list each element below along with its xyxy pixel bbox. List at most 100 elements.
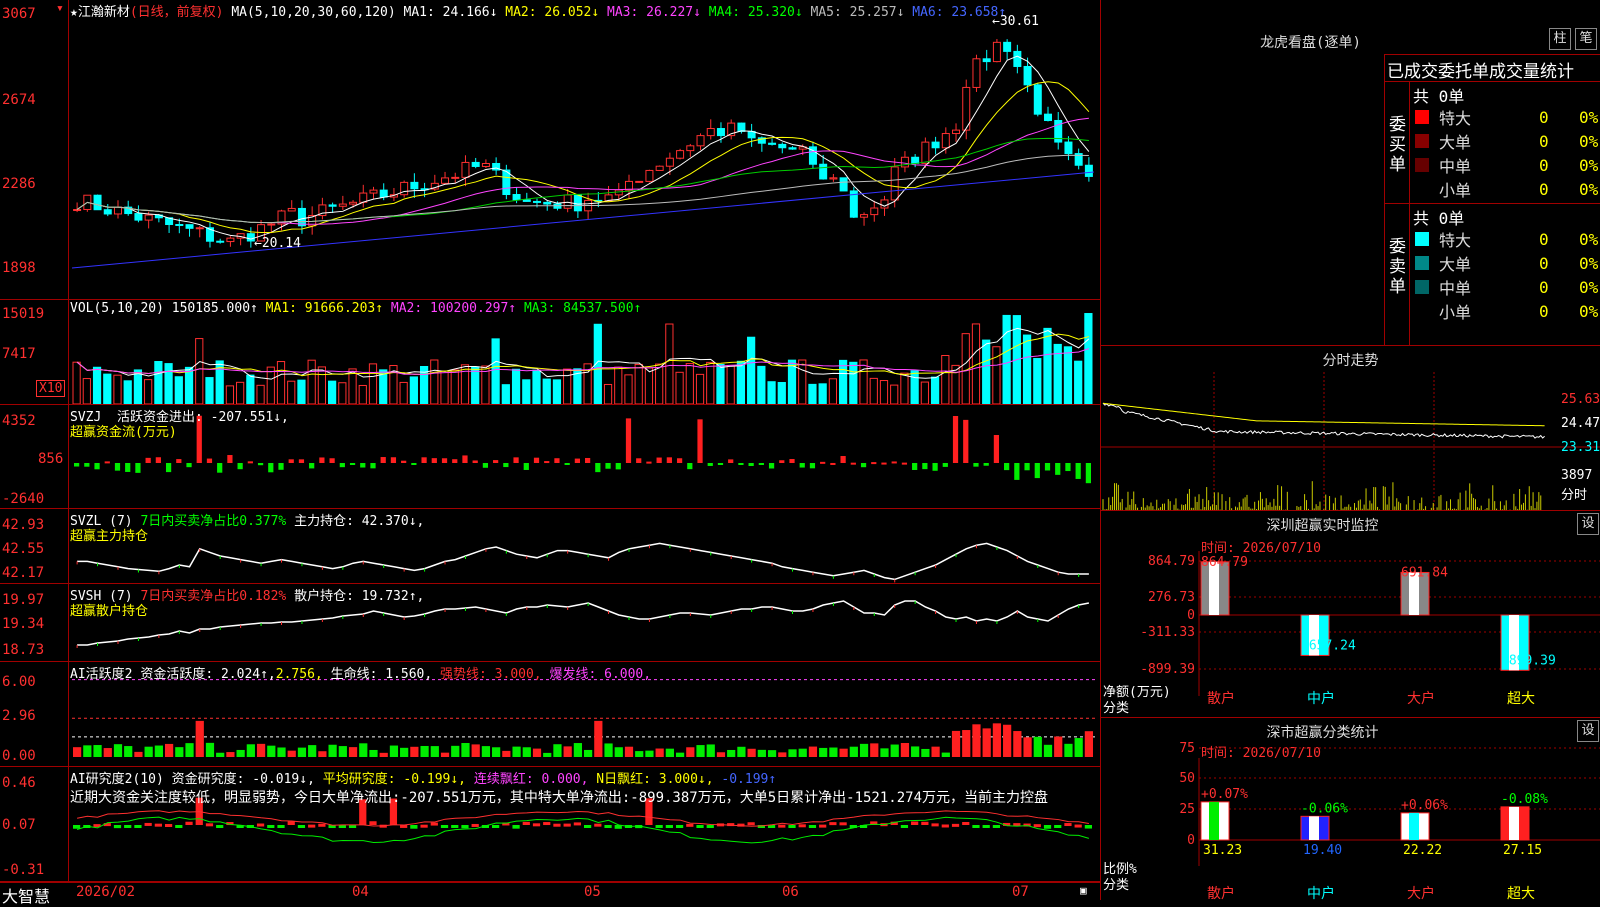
- candle: [533, 200, 542, 203]
- volume-bar: [72, 361, 81, 404]
- volume-bar: [910, 370, 919, 404]
- research-bar: [798, 824, 806, 828]
- activity-bar: [400, 747, 409, 757]
- volume-bar: [522, 379, 531, 404]
- research-bar: [706, 825, 714, 828]
- flow-bar: [360, 463, 366, 468]
- flow-bar: [1085, 463, 1091, 484]
- sz-monitor-panel[interactable]: 深圳超赢实时监控 设 时间: 2026/07/10 864.79 276.73 0-…: [1100, 510, 1600, 717]
- lhb-row-count: 0: [1539, 277, 1549, 297]
- volume-bar: [511, 368, 521, 404]
- candle: [216, 240, 225, 243]
- flow-bar: [574, 458, 580, 463]
- flow-bar: [1075, 463, 1081, 479]
- candle: [1033, 84, 1042, 115]
- sz-class-panel[interactable]: 深市超赢分类统计 设 时间: 2026/07/10 75 50 25 0 +0.07% 3…: [1100, 717, 1600, 901]
- research-bar: [144, 822, 152, 826]
- candle: [134, 213, 143, 221]
- svsh-pane[interactable]: SVSH (7) 7日内买卖净占比0.182% 散户持仓: 19.732↑, 超…: [0, 584, 1100, 662]
- activity-bar: [635, 751, 644, 757]
- svzj-axis-tick: 4352: [2, 413, 36, 429]
- bar-label: -899.39: [1501, 653, 1556, 668]
- date-axis[interactable]: 大智慧 2026/02 04 05 06 07 ▣: [0, 882, 1100, 906]
- research-bar: [185, 821, 193, 825]
- bar-value: 22.22: [1403, 843, 1442, 858]
- vol-unit-badge[interactable]: X10: [36, 380, 66, 397]
- flow-bar: [738, 463, 744, 465]
- volume-bar: [1022, 334, 1032, 404]
- activity-bar: [543, 752, 552, 757]
- volume-bar: [246, 374, 255, 404]
- chart-mode[interactable]: (日线，前复权): [130, 5, 224, 20]
- activity-bar: [931, 746, 940, 757]
- star-icon[interactable]: ★: [70, 5, 78, 20]
- ma1-value: MA1: 24.166↓: [403, 5, 498, 20]
- ai2-streak: 连续飘红: 0.000,: [473, 772, 589, 787]
- svzl-axis-tick: 42.55: [2, 541, 45, 557]
- svzl-axis-tick: 42.93: [2, 517, 45, 533]
- volume-bar: [307, 359, 316, 404]
- activity-bar: [451, 745, 460, 757]
- activity-bar: [267, 745, 276, 757]
- flow-bar: [840, 456, 846, 463]
- activity-bar: [164, 743, 174, 757]
- vol-label: VOL(5,10,20): [70, 301, 164, 316]
- menu-icon[interactable]: ▾: [56, 1, 64, 16]
- flow-bar: [472, 460, 478, 463]
- date-tick: 04: [352, 884, 369, 900]
- svzj-subtitle: 超赢资金流(万元): [70, 425, 177, 440]
- ai-research-pane[interactable]: AI研究度2(10) 资金研究度: -0.019↓, 平均研究度: -0.199…: [0, 767, 1100, 882]
- bar-mode-button[interactable]: 柱: [1549, 28, 1571, 50]
- color-swatch: [1415, 232, 1429, 246]
- svsh-line: [77, 600, 1090, 646]
- bar-label: 864.79: [1201, 555, 1248, 570]
- candle: [706, 128, 715, 137]
- color-swatch: [1415, 182, 1429, 196]
- flow-bar: [74, 463, 80, 467]
- activity-bar: [236, 749, 245, 757]
- research-bar: [440, 825, 449, 828]
- flow-bar: [401, 460, 407, 463]
- intraday-panel[interactable]: 分时走势 25.63 24.47 23.31 3897 分时: [1100, 345, 1600, 511]
- price-pane[interactable]: ▾ ★江瀚新材(日线，前复权) MA(5,10,20,30,60,120) MA…: [0, 0, 1100, 300]
- svzl-pane[interactable]: SVZL (7) 7日内买卖净占比0.377% 主力持仓: 42.370↓, 超…: [0, 509, 1100, 584]
- activity-bar: [870, 743, 879, 757]
- volume-bar: [757, 365, 766, 404]
- candle: [379, 189, 388, 198]
- buy-side-label: 委买单: [1389, 115, 1406, 175]
- volume-bar: [726, 365, 735, 404]
- volume-bar: [144, 379, 153, 404]
- candle: [696, 135, 705, 147]
- color-swatch: [1415, 110, 1429, 124]
- lhb-title: 龙虎看盘(逐单): [1260, 35, 1361, 51]
- flow-bar: [799, 463, 805, 468]
- lhb-tabs[interactable]: 已成交委托单成交量统计: [1387, 57, 1574, 82]
- research-bar: [900, 825, 909, 828]
- tick-mode-button[interactable]: 笔: [1575, 28, 1597, 50]
- lhb-row: 中单 0 0%: [1409, 153, 1600, 177]
- activity-bar: [379, 752, 388, 757]
- activity-bar: [216, 752, 225, 757]
- research-bar: [819, 824, 827, 828]
- lhb-row-pct: 0%: [1579, 107, 1599, 127]
- lhb-row-name: 特大: [1439, 231, 1472, 250]
- activity-bar: [553, 744, 562, 757]
- research-bar: [696, 825, 704, 828]
- volume-bar: [164, 363, 173, 404]
- activity-bar: [798, 748, 807, 757]
- lock-icon[interactable]: ▣: [1080, 884, 1087, 897]
- volume-bar: [103, 373, 112, 404]
- flow-bar: [329, 458, 335, 463]
- price-axis-tick: 3067: [2, 6, 36, 22]
- volume-pane[interactable]: VOL(5,10,20) 150185.000↑ MA1: 91666.203↑…: [0, 300, 1100, 405]
- svzl-hold: 主力持仓: 42.370↓,: [294, 514, 425, 529]
- category-label: 中户: [1307, 885, 1335, 901]
- volume-bar: [317, 366, 326, 404]
- flow-bar: [94, 463, 100, 470]
- bar-highlight: [1409, 812, 1419, 840]
- svzj-pane[interactable]: SVZJ 活跃资金进出: -207.551↓, 超赢资金流(万元) 4352 8…: [0, 405, 1100, 509]
- activity-bar: [420, 745, 429, 757]
- ai-activity-pane[interactable]: AI活跃度2 资金活跃度: 2.024↑,2.756, 生命线: 1.560, …: [0, 662, 1100, 767]
- intraday-vol-tick: 3897: [1561, 468, 1593, 483]
- flow-bar: [615, 463, 621, 470]
